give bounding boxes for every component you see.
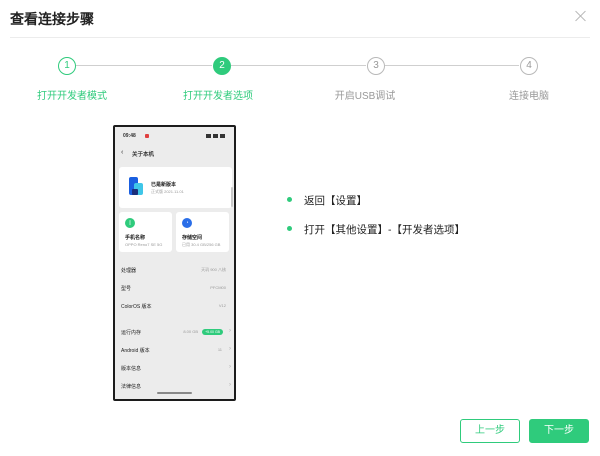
- title-divider: [10, 37, 590, 38]
- info-key: 型号: [121, 286, 132, 292]
- previous-step-button[interactable]: 上一步: [460, 419, 520, 443]
- nav-row-ram: 运行内存 8.00 GB +5.00 GB ›: [115, 324, 234, 342]
- bullet-icon: [287, 197, 292, 202]
- phone-screenshot: 09:48 ‹ 关于本机 已是新版本 正式版 2021.11.01 ▯ 手机名称…: [113, 125, 236, 401]
- nav-key: 版本信息: [121, 366, 142, 372]
- version-title: 已是新版本: [151, 182, 177, 188]
- info-key: ColorOS 版本: [121, 304, 152, 310]
- storage-icon: ◔: [182, 218, 192, 228]
- storage-value: 已用 30.4 GB/256 GB: [182, 242, 221, 247]
- nav-key: 法律信息: [121, 384, 142, 390]
- phone-clock: 09:48: [123, 133, 136, 139]
- nav-value: 11: [217, 347, 222, 352]
- bullet-icon: [287, 226, 292, 231]
- nav-row-android: Android 版本 11 ›: [115, 342, 234, 360]
- step-2-label: 打开开发者选项: [183, 91, 253, 102]
- step-4-indicator: 4: [520, 57, 538, 75]
- step-connector-2-3: [231, 65, 366, 66]
- phone-status-bar: 09:48: [123, 133, 226, 141]
- notification-icon: [145, 134, 149, 138]
- nav-row-version-info: 版本信息 ›: [115, 360, 234, 378]
- step-3-indicator: 3: [367, 57, 385, 75]
- storage-tile: ◔ 存储空间 已用 30.4 GB/256 GB: [176, 212, 229, 252]
- chevron-right-icon: ›: [229, 382, 231, 388]
- storage-title: 存储空间: [182, 235, 203, 241]
- step-connector-1-2: [76, 65, 212, 66]
- version-card: 已是新版本 正式版 2021.11.01: [119, 167, 232, 208]
- close-icon[interactable]: [574, 9, 588, 23]
- phone-page-title: 关于本机: [132, 152, 155, 158]
- info-row-coloros: ColorOS 版本 V12: [115, 298, 234, 316]
- phone-scrollbar: [231, 187, 233, 207]
- step-2-indicator: 2: [213, 57, 231, 75]
- dialog-title: 查看连接步骤: [10, 11, 94, 27]
- chevron-right-icon: ›: [229, 346, 231, 352]
- phone-name-title: 手机名称: [125, 235, 146, 241]
- info-row-model: 型号 PFCM00: [115, 280, 234, 298]
- info-value: 天玑 900 八核: [201, 267, 226, 272]
- phone-name-tile: ▯ 手机名称 OPPO Reno7 SE 5G: [119, 212, 172, 252]
- back-arrow-icon: ‹: [121, 149, 124, 156]
- info-value: V12: [218, 303, 226, 308]
- phone-icon: ▯: [125, 218, 135, 228]
- step-1-label: 打开开发者模式: [37, 91, 107, 102]
- signal-battery-icon: [204, 134, 226, 138]
- nav-key: Android 版本: [121, 348, 150, 354]
- coloros-logo-icon: [129, 177, 143, 195]
- chevron-right-icon: ›: [229, 328, 231, 334]
- info-value: PFCM00: [210, 285, 226, 290]
- step-3-label: 开启USB调试: [334, 91, 396, 102]
- instruction-text: 打开【其他设置】-【开发者选项】: [304, 224, 465, 236]
- phone-name-value: OPPO Reno7 SE 5G: [125, 242, 163, 247]
- step-1-indicator: 1: [58, 57, 76, 75]
- next-step-button[interactable]: 下一步: [529, 419, 589, 443]
- chevron-right-icon: ›: [229, 364, 231, 370]
- step-4-label: 连接电脑: [509, 91, 549, 102]
- nav-value: 8.00 GB: [183, 329, 198, 334]
- home-indicator: [157, 392, 192, 394]
- instruction-text: 返回【设置】: [304, 195, 367, 207]
- version-subtitle: 正式版 2021.11.01: [151, 189, 184, 194]
- connection-steps-dialog: 查看连接步骤 1 2 3 4 打开开发者模式 打开开发者选项 开启USB调试 连…: [0, 0, 600, 456]
- info-key: 处理器: [121, 268, 137, 274]
- nav-key: 运行内存: [121, 330, 142, 336]
- step-connector-3-4: [385, 65, 519, 66]
- info-row-processor: 处理器 天玑 900 八核: [115, 262, 234, 280]
- ram-extension-badge: +5.00 GB: [202, 329, 223, 335]
